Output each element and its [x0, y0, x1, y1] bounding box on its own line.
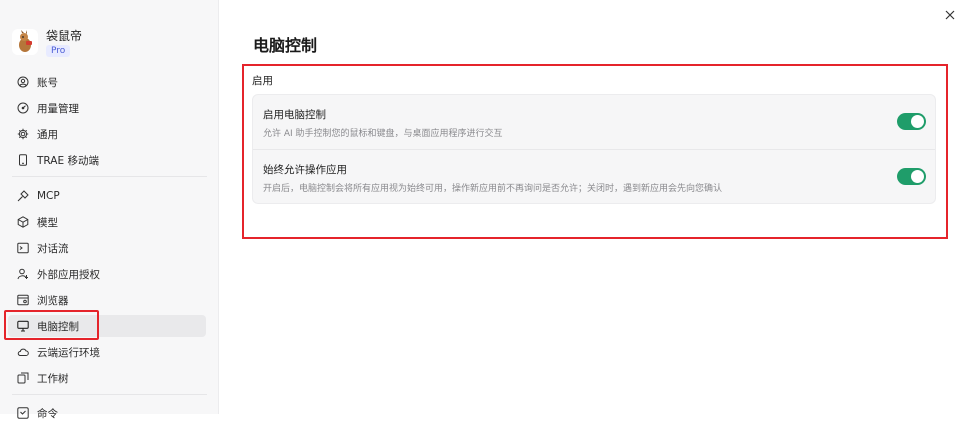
sidebar-item-label: 模型	[37, 216, 58, 229]
sidebar-item-label: 工作树	[37, 372, 69, 385]
settings-card: 启用电脑控制 允许 AI 助手控制您的鼠标和键盘，与桌面应用程序进行交互 始终允…	[252, 94, 936, 204]
toggle-knob	[911, 115, 924, 128]
sidebar-highlight-box	[4, 310, 99, 340]
cube-icon	[17, 216, 29, 228]
sidebar-item-external-auth[interactable]: 外部应用授权	[8, 263, 206, 285]
sidebar-item-cloud-env[interactable]: 云端运行环境	[8, 341, 206, 363]
page-title: 电脑控制	[253, 36, 318, 55]
phone-icon	[17, 154, 29, 166]
setting-row-enable-computer-control: 启用电脑控制 允许 AI 助手控制您的鼠标和键盘，与桌面应用程序进行交互	[253, 95, 935, 150]
sidebar-item-dialog-flow[interactable]: 对话流	[8, 237, 206, 259]
pro-badge: Pro	[46, 44, 71, 57]
setting-title: 始终允许操作应用	[263, 164, 347, 176]
sidebar-item-label: 浏览器	[37, 294, 69, 307]
username: 袋鼠帝	[46, 28, 83, 43]
sidebar-item-label: 账号	[37, 76, 58, 89]
setting-title: 启用电脑控制	[263, 109, 326, 121]
sidebar-divider	[12, 176, 207, 177]
sidebar: 袋鼠帝 Pro 账号 用量管理 通用 TRAE 移动端 MCP 模型 对话流 外…	[0, 0, 219, 420]
sidebar-item-label: 用量管理	[37, 102, 79, 115]
section-title: 启用	[252, 75, 273, 87]
sidebar-item-mcp[interactable]: MCP	[8, 185, 206, 207]
setting-row-always-allow-apps: 始终允许操作应用 开启后，电脑控制会将所有应用视为始终可用，操作新应用前不再询问…	[253, 150, 935, 204]
sidebar-item-commands[interactable]: 命令	[8, 402, 206, 424]
close-icon	[945, 5, 955, 24]
sidebar-divider	[12, 394, 207, 395]
browser-icon	[17, 294, 29, 306]
command-icon	[17, 407, 29, 419]
sidebar-item-label: 外部应用授权	[37, 268, 100, 281]
sidebar-item-model[interactable]: 模型	[8, 211, 206, 233]
gear-icon	[17, 128, 29, 140]
sidebar-item-worktree[interactable]: 工作树	[8, 367, 206, 389]
avatar	[12, 29, 38, 55]
terminal-icon	[17, 242, 29, 254]
plug-icon	[17, 190, 29, 202]
gauge-icon	[17, 102, 29, 114]
setting-description: 允许 AI 助手控制您的鼠标和键盘，与桌面应用程序进行交互	[263, 129, 503, 139]
sidebar-item-usage[interactable]: 用量管理	[8, 97, 206, 119]
sidebar-item-account[interactable]: 账号	[8, 71, 206, 93]
sidebar-item-label: 对话流	[37, 242, 69, 255]
setting-description: 开启后，电脑控制会将所有应用视为始终可用，操作新应用前不再询问是否允许；关闭时，…	[263, 184, 723, 194]
sidebar-item-mobile[interactable]: TRAE 移动端	[8, 149, 206, 171]
sidebar-item-label: 云端运行环境	[37, 346, 100, 359]
sidebar-item-label: 命令	[37, 407, 58, 420]
always-allow-apps-toggle[interactable]	[897, 168, 926, 185]
user-profile[interactable]: 袋鼠帝 Pro	[12, 24, 82, 60]
sidebar-item-browser[interactable]: 浏览器	[8, 289, 206, 311]
close-button[interactable]	[942, 6, 958, 22]
sidebar-item-label: MCP	[37, 190, 60, 202]
user-circle-icon	[17, 76, 29, 88]
sidebar-item-label: 通用	[37, 128, 58, 141]
sidebar-item-general[interactable]: 通用	[8, 123, 206, 145]
cloud-icon	[17, 346, 29, 358]
sidebar-item-label: TRAE 移动端	[37, 154, 99, 167]
enable-computer-control-toggle[interactable]	[897, 113, 926, 130]
worktree-icon	[17, 372, 29, 384]
toggle-knob	[911, 170, 924, 183]
user-key-icon	[17, 268, 29, 280]
